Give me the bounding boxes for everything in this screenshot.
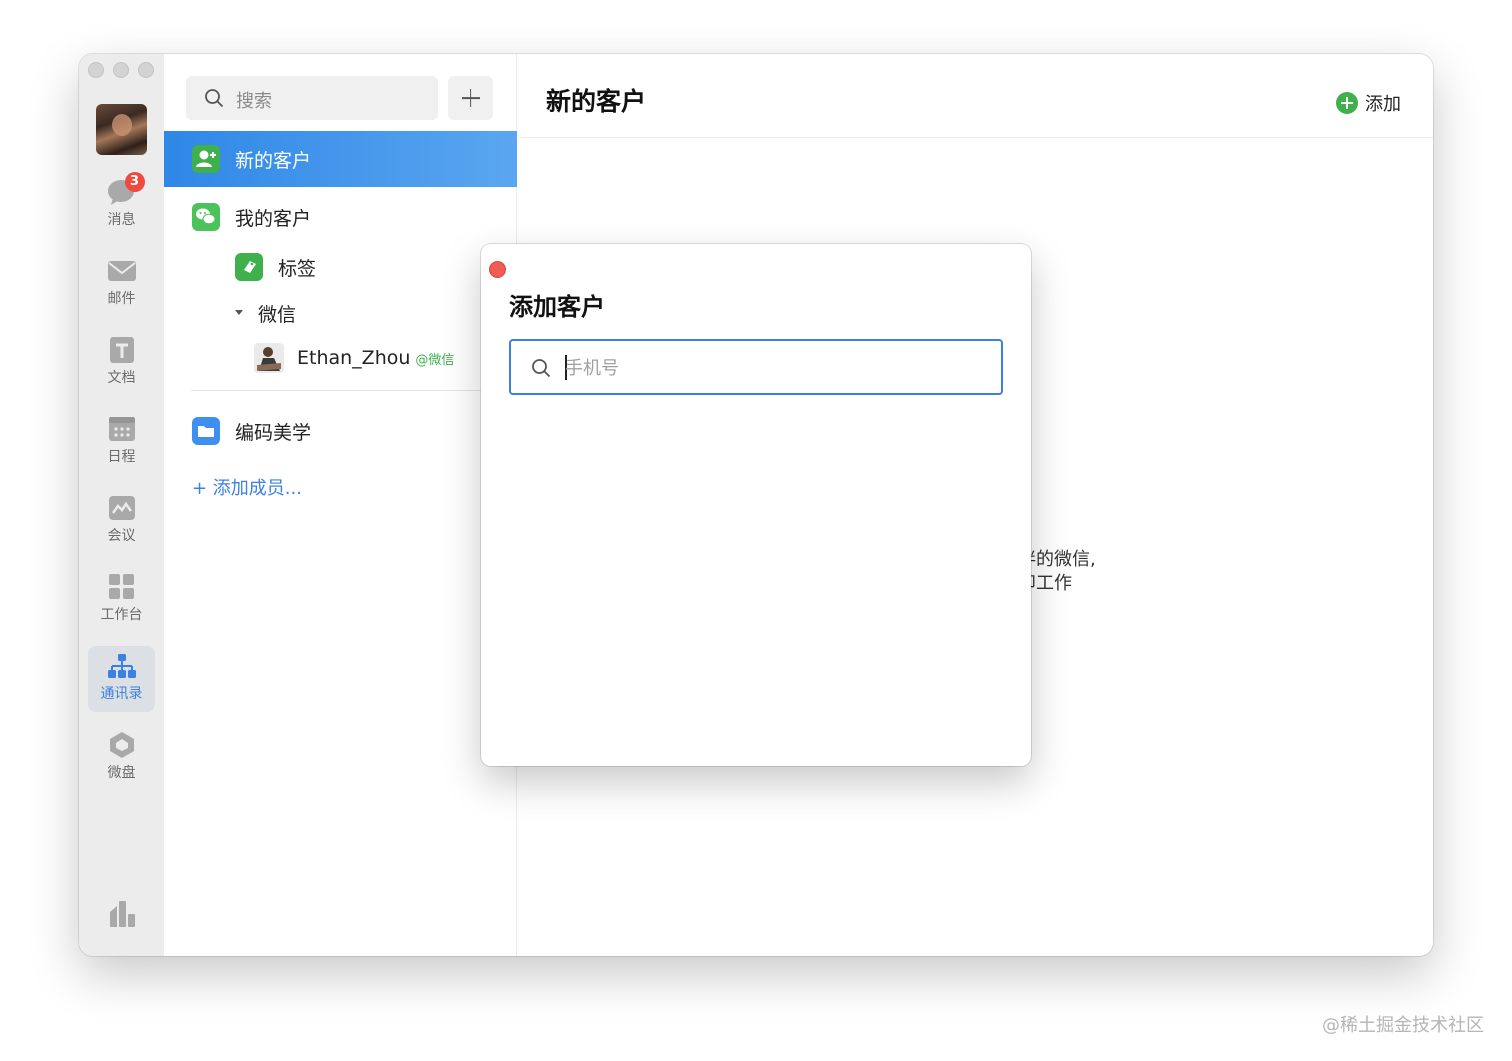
contact-source-tag: @微信 bbox=[415, 352, 455, 368]
watermark: @稀土掘金技术社区 bbox=[1322, 1015, 1484, 1036]
phone-search-field[interactable] bbox=[509, 339, 1003, 395]
rail-label: 会议 bbox=[107, 528, 136, 544]
page-title: 新的客户 bbox=[546, 87, 647, 116]
nav-label: 新的客户 bbox=[235, 149, 312, 172]
user-avatar[interactable] bbox=[96, 104, 147, 155]
window-close-button[interactable] bbox=[88, 62, 104, 78]
create-button[interactable] bbox=[448, 76, 493, 120]
rail-label: 微盘 bbox=[107, 765, 136, 781]
window-controls bbox=[88, 62, 154, 78]
nav-my-customers[interactable]: 我的客户 bbox=[164, 189, 517, 245]
nav-label: 微信 bbox=[258, 303, 297, 326]
main-header: 新的客户 添加 bbox=[518, 54, 1433, 138]
add-button-label: 添加 bbox=[1365, 94, 1401, 115]
envelope-icon bbox=[107, 257, 137, 285]
add-customer-dialog: 添加客户 bbox=[481, 244, 1031, 766]
bar-stats-icon bbox=[107, 900, 137, 928]
rail-label: 工作台 bbox=[100, 607, 143, 623]
nav-wechat-group[interactable]: 微信 bbox=[232, 293, 296, 333]
dialog-close-button[interactable] bbox=[489, 261, 506, 278]
org-chart-icon bbox=[107, 652, 137, 680]
rail-label: 通讯录 bbox=[100, 686, 143, 702]
search-icon bbox=[205, 89, 224, 108]
search-icon bbox=[532, 359, 551, 378]
add-customer-button[interactable]: 添加 bbox=[1336, 90, 1401, 116]
contact-search-input[interactable]: 搜索 bbox=[186, 76, 438, 120]
rail-item-calendar[interactable]: 日程 bbox=[88, 409, 155, 475]
folder-icon bbox=[192, 417, 220, 445]
rail-label: 日程 bbox=[107, 449, 136, 465]
add-person-icon bbox=[192, 145, 220, 173]
nav-tags[interactable]: 标签 bbox=[235, 247, 316, 287]
contact-row[interactable]: Ethan_Zhou @微信 bbox=[254, 338, 454, 378]
rail-item-contacts[interactable]: 通讯录 bbox=[88, 646, 155, 712]
rail-item-messages[interactable]: 3 消息 bbox=[88, 172, 155, 238]
rail-item-meeting[interactable]: 会议 bbox=[88, 488, 155, 554]
caret-down-icon[interactable] bbox=[232, 306, 246, 320]
meeting-icon bbox=[107, 494, 137, 522]
unread-badge: 3 bbox=[124, 172, 145, 192]
search-placeholder: 搜索 bbox=[236, 91, 272, 112]
add-member-link[interactable]: + 添加成员... bbox=[192, 474, 302, 500]
dialog-title: 添加客户 bbox=[509, 293, 605, 321]
nav-label: 编码美学 bbox=[235, 421, 312, 444]
rail-label: 文档 bbox=[107, 370, 136, 386]
nav-label: 我的客户 bbox=[235, 207, 312, 230]
chat-bubble-icon: 3 bbox=[107, 172, 145, 206]
contact-name: Ethan_Zhou bbox=[297, 347, 411, 369]
plus-circle-icon bbox=[1336, 92, 1358, 114]
rail-item-workbench[interactable]: 工作台 bbox=[88, 567, 155, 633]
rail-item-docs[interactable]: 文档 bbox=[88, 330, 155, 396]
rail-item-drive[interactable]: 微盘 bbox=[88, 725, 155, 791]
nav-new-customers[interactable]: 新的客户 bbox=[164, 131, 517, 187]
nav-org[interactable]: 编码美学 bbox=[164, 403, 517, 459]
left-rail: 3 消息 邮件 文档 日程 会议 工作台 通讯录 微盘 bbox=[79, 54, 164, 956]
contacts-panel: 搜索 新的客户 我的客户 标签 微信 Ethan_Zhou @微信 编码美学 +… bbox=[164, 54, 517, 956]
drive-icon bbox=[107, 731, 137, 759]
calendar-icon bbox=[107, 415, 137, 443]
contact-avatar bbox=[254, 343, 284, 373]
rail-label: 消息 bbox=[107, 212, 136, 228]
tag-icon bbox=[235, 253, 263, 281]
wechat-icon bbox=[192, 203, 220, 231]
rail-label: 邮件 bbox=[107, 291, 136, 307]
window-zoom-button[interactable] bbox=[138, 62, 154, 78]
document-icon bbox=[107, 336, 137, 364]
rail-item-mail[interactable]: 邮件 bbox=[88, 251, 155, 317]
list-divider bbox=[191, 390, 491, 391]
nav-label: 标签 bbox=[278, 257, 317, 280]
phone-input[interactable] bbox=[565, 353, 985, 383]
grid-icon bbox=[107, 573, 137, 601]
rail-item-stats[interactable] bbox=[88, 894, 155, 956]
window-minimize-button[interactable] bbox=[113, 62, 129, 78]
